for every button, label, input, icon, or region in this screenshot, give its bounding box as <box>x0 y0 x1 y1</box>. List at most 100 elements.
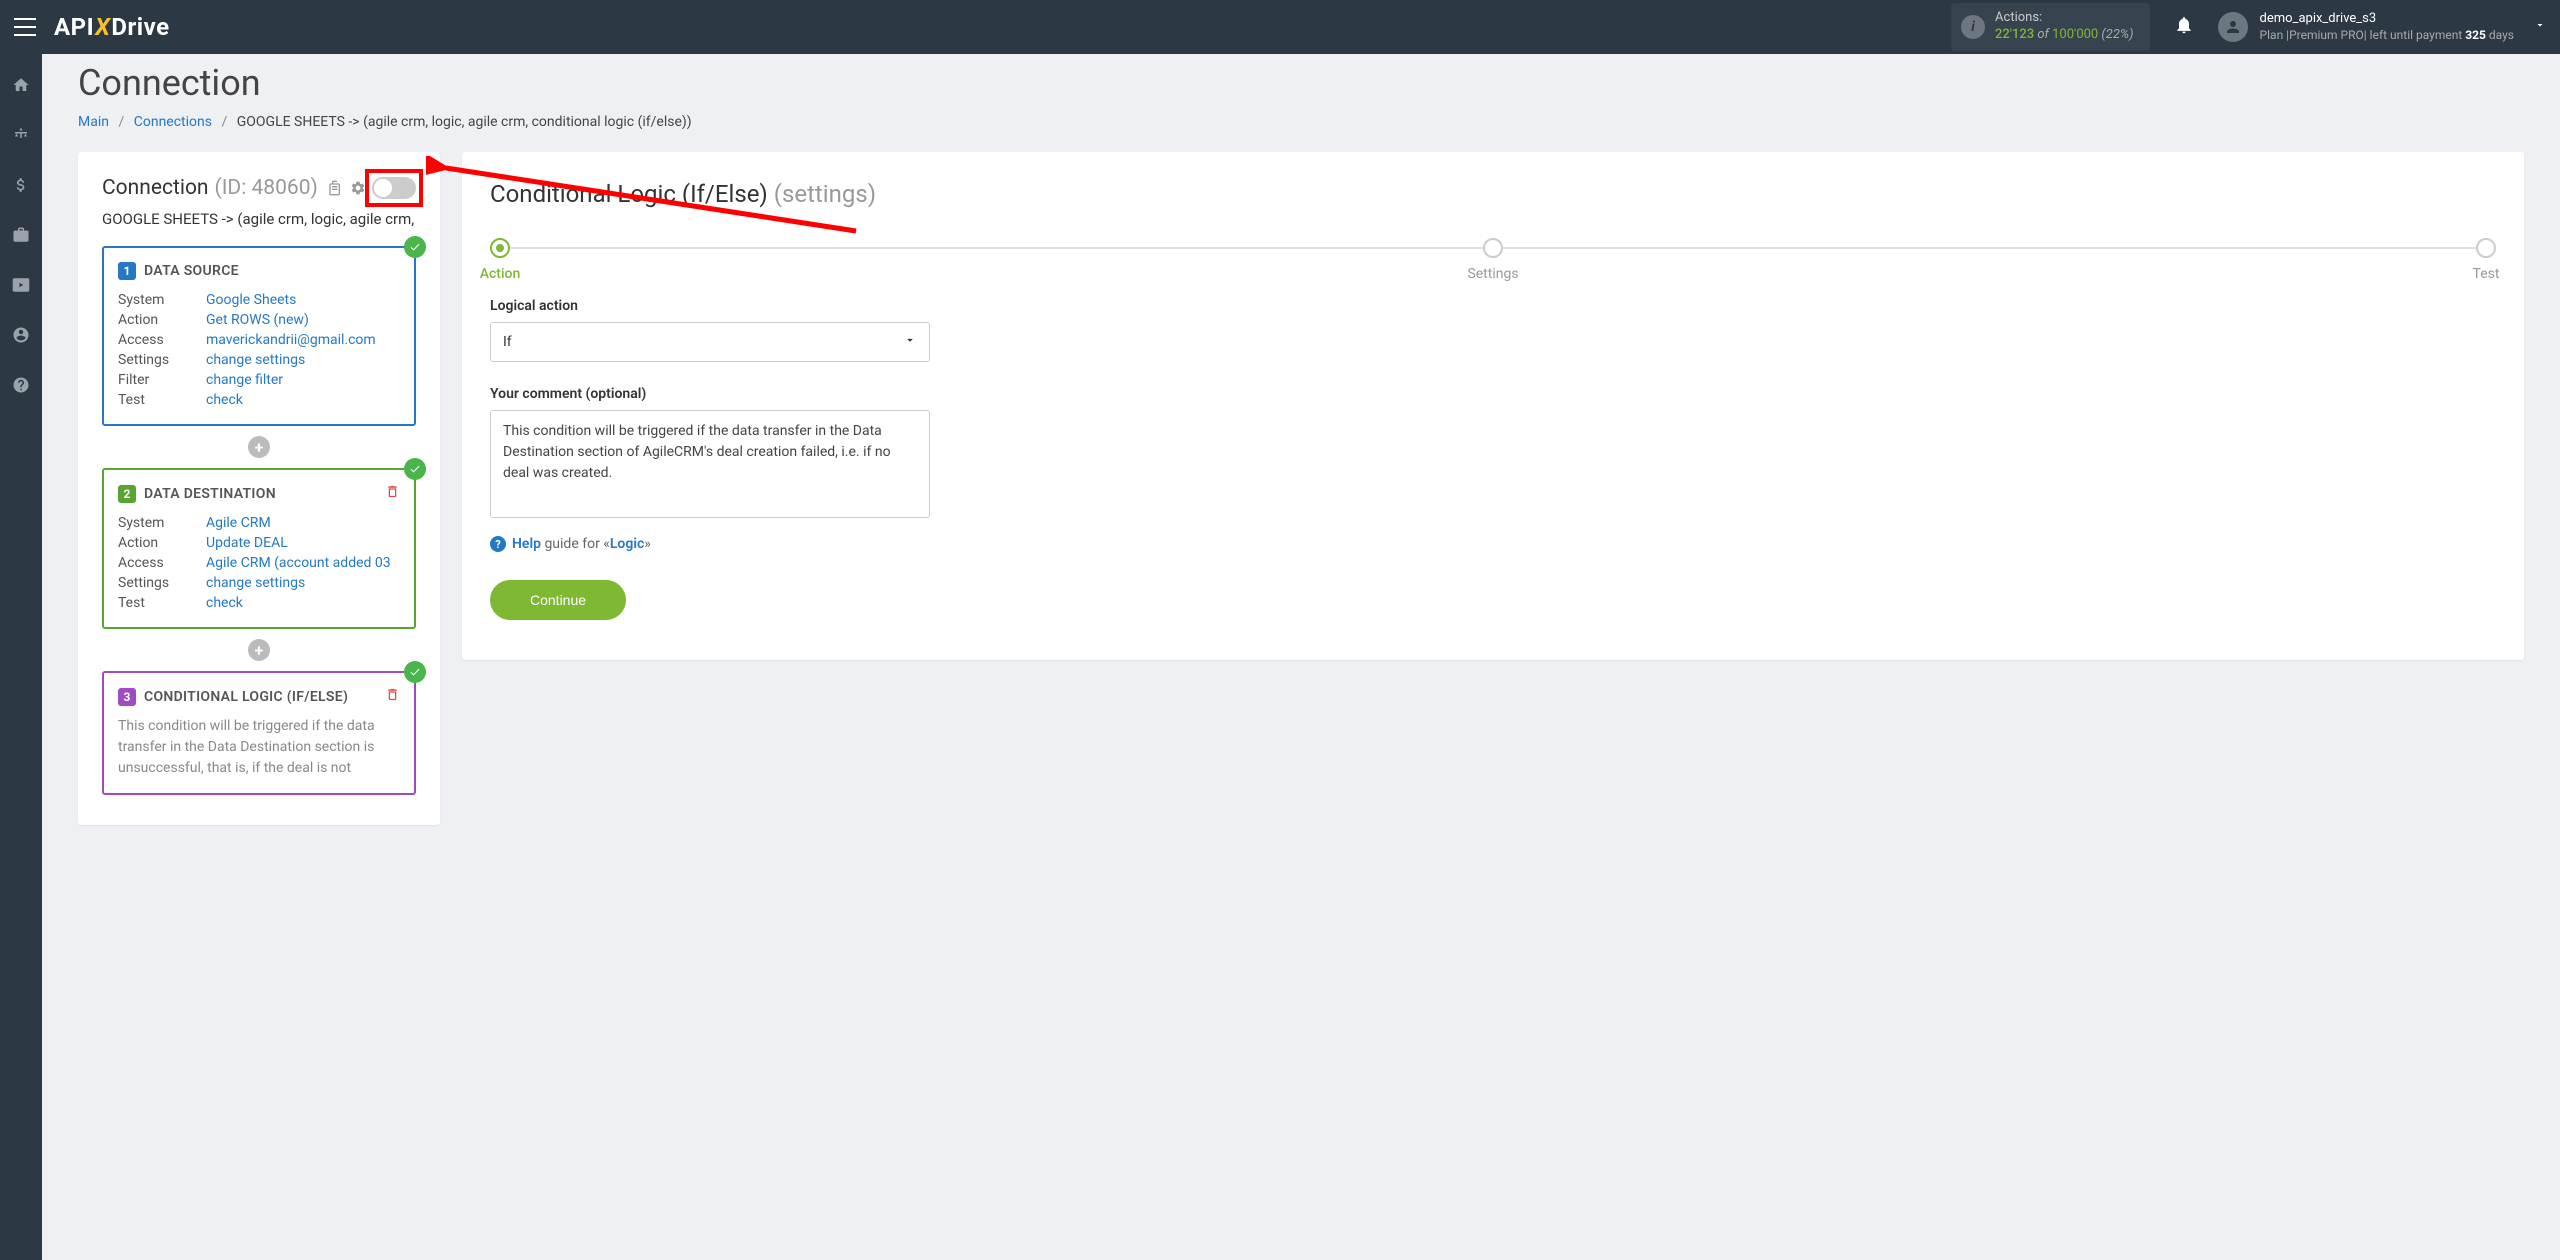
breadcrumb-main[interactable]: Main <box>78 114 109 130</box>
step-row-label: Test <box>118 390 206 410</box>
step-card-1[interactable]: 1 DATA SOURCE SystemGoogle SheetsActionGet… <box>102 246 416 426</box>
step-row-value[interactable]: change settings <box>206 573 400 593</box>
add-step-button[interactable]: + <box>248 639 270 661</box>
step-row: Filterchange filter <box>118 370 400 390</box>
step-row-label: Action <box>118 533 206 553</box>
connection-panel: Connection (ID: 48060) GOOGLE SHEETS -> … <box>78 152 440 825</box>
step-number: 3 <box>118 688 136 706</box>
step-row-label: Settings <box>118 573 206 593</box>
wizard-stepper: Action Settings Test <box>490 238 2496 258</box>
logical-action-select[interactable]: If <box>490 322 930 362</box>
step-row-label: Settings <box>118 350 206 370</box>
step-row-value[interactable]: Agile CRM (account added 03 <box>206 553 400 573</box>
step-number: 1 <box>118 262 136 280</box>
settings-title: Conditional Logic (If/Else) (settings) <box>490 180 2496 208</box>
connection-title: Connection <box>102 176 209 200</box>
connection-path: GOOGLE SHEETS -> (agile crm, logic, agil… <box>102 210 416 228</box>
check-icon <box>404 661 426 683</box>
step-row: ActionGet ROWS (new) <box>118 310 400 330</box>
nav-briefcase-icon[interactable] <box>0 222 42 248</box>
step-row-value[interactable]: Google Sheets <box>206 290 400 310</box>
breadcrumb: Main / Connections / GOOGLE SHEETS -> (a… <box>78 114 2524 130</box>
user-menu[interactable]: demo_apix_drive_s3 Plan |Premium PRO| le… <box>2218 11 2546 43</box>
page-title: Connection <box>78 62 2524 104</box>
step-row: Testcheck <box>118 593 400 613</box>
logo-x: X <box>95 13 110 41</box>
step-card-2[interactable]: 2 DATA DESTINATION SystemAgile CRMActionUp… <box>102 468 416 629</box>
step-row: Testcheck <box>118 390 400 410</box>
step-row-value[interactable]: Agile CRM <box>206 513 400 533</box>
step-row: Accessmaverickandrii@gmail.com <box>118 330 400 350</box>
step-row-value[interactable]: Get ROWS (new) <box>206 310 400 330</box>
step-row-value[interactable]: check <box>206 593 400 613</box>
step-row-value[interactable]: change settings <box>206 350 400 370</box>
stepper-label-test: Test <box>2473 266 2500 282</box>
logo-drive: Drive <box>111 13 169 41</box>
breadcrumb-current: GOOGLE SHEETS -> (agile crm, logic, agil… <box>237 114 692 130</box>
gear-icon[interactable] <box>350 180 366 196</box>
hamburger-icon[interactable] <box>14 18 36 36</box>
stepper-dot-action[interactable] <box>490 238 510 258</box>
nav-connections-icon[interactable] <box>0 122 42 148</box>
chevron-down-icon <box>903 333 917 351</box>
clipboard-icon[interactable] <box>328 180 344 196</box>
nav-home-icon[interactable] <box>0 72 42 98</box>
question-icon: ? <box>490 536 506 552</box>
user-plan: Plan |Premium PRO| left until payment 32… <box>2260 28 2514 44</box>
actions-counter[interactable]: i Actions: 22'123 of 100'000 (22%) <box>1951 3 2150 51</box>
chevron-down-icon <box>2534 19 2546 35</box>
step-row-label: Test <box>118 593 206 613</box>
nav-help-icon[interactable] <box>0 372 42 398</box>
nav-dollar-icon[interactable] <box>0 172 42 198</box>
stepper-label-action: Action <box>480 266 521 282</box>
step-description: This condition will be triggered if the … <box>118 716 400 779</box>
step-row-label: System <box>118 513 206 533</box>
comment-textarea[interactable] <box>490 410 930 518</box>
main-content: Connection Main / Connections / GOOGLE S… <box>42 62 2560 861</box>
step-card-3[interactable]: 3 CONDITIONAL LOGIC (IF/ELSE) This conditi… <box>102 671 416 795</box>
side-nav <box>0 54 42 1260</box>
info-icon: i <box>1961 15 1985 39</box>
nav-video-icon[interactable] <box>0 272 42 298</box>
step-title: CONDITIONAL LOGIC (IF/ELSE) <box>144 689 348 705</box>
step-title: DATA DESTINATION <box>144 486 276 502</box>
user-avatar-icon <box>2218 12 2248 42</box>
step-title: DATA SOURCE <box>144 263 239 279</box>
step-row-value[interactable]: check <box>206 390 400 410</box>
connection-id: (ID: 48060) <box>215 176 318 200</box>
nav-account-icon[interactable] <box>0 322 42 348</box>
stepper-dot-settings[interactable] <box>1483 238 1503 258</box>
add-step-button[interactable]: + <box>248 436 270 458</box>
trash-icon[interactable] <box>385 484 400 503</box>
step-row-label: Access <box>118 330 206 350</box>
actions-label: Actions: <box>1995 10 2134 27</box>
help-link[interactable]: ? Help guide for «Logic» <box>490 536 2496 552</box>
step-row: Settingschange settings <box>118 573 400 593</box>
step-number: 2 <box>118 485 136 503</box>
user-name: demo_apix_drive_s3 <box>2260 11 2514 28</box>
step-row-value[interactable]: maverickandrii@gmail.com <box>206 330 400 350</box>
stepper-dot-test[interactable] <box>2476 238 2496 258</box>
step-row-label: Action <box>118 310 206 330</box>
logo[interactable]: APIXDrive <box>54 13 170 41</box>
continue-button[interactable]: Continue <box>490 580 626 620</box>
step-row-label: Access <box>118 553 206 573</box>
step-row: AccessAgile CRM (account added 03 <box>118 553 400 573</box>
step-row-value[interactable]: Update DEAL <box>206 533 400 553</box>
step-row-value[interactable]: change filter <box>206 370 400 390</box>
top-header: APIXDrive i Actions: 22'123 of 100'000 (… <box>0 0 2560 54</box>
step-row: ActionUpdate DEAL <box>118 533 400 553</box>
bell-icon[interactable] <box>2174 15 2194 40</box>
stepper-label-settings: Settings <box>1467 266 1518 282</box>
highlight-box <box>365 169 423 207</box>
step-row: SystemGoogle Sheets <box>118 290 400 310</box>
trash-icon[interactable] <box>385 687 400 706</box>
comment-label: Your comment (optional) <box>490 386 2496 402</box>
logical-action-label: Logical action <box>490 298 2496 314</box>
breadcrumb-connections[interactable]: Connections <box>134 114 212 130</box>
check-icon <box>404 458 426 480</box>
actions-current: 22'123 <box>1995 27 2034 42</box>
step-row-label: Filter <box>118 370 206 390</box>
step-row: Settingschange settings <box>118 350 400 370</box>
step-row: SystemAgile CRM <box>118 513 400 533</box>
